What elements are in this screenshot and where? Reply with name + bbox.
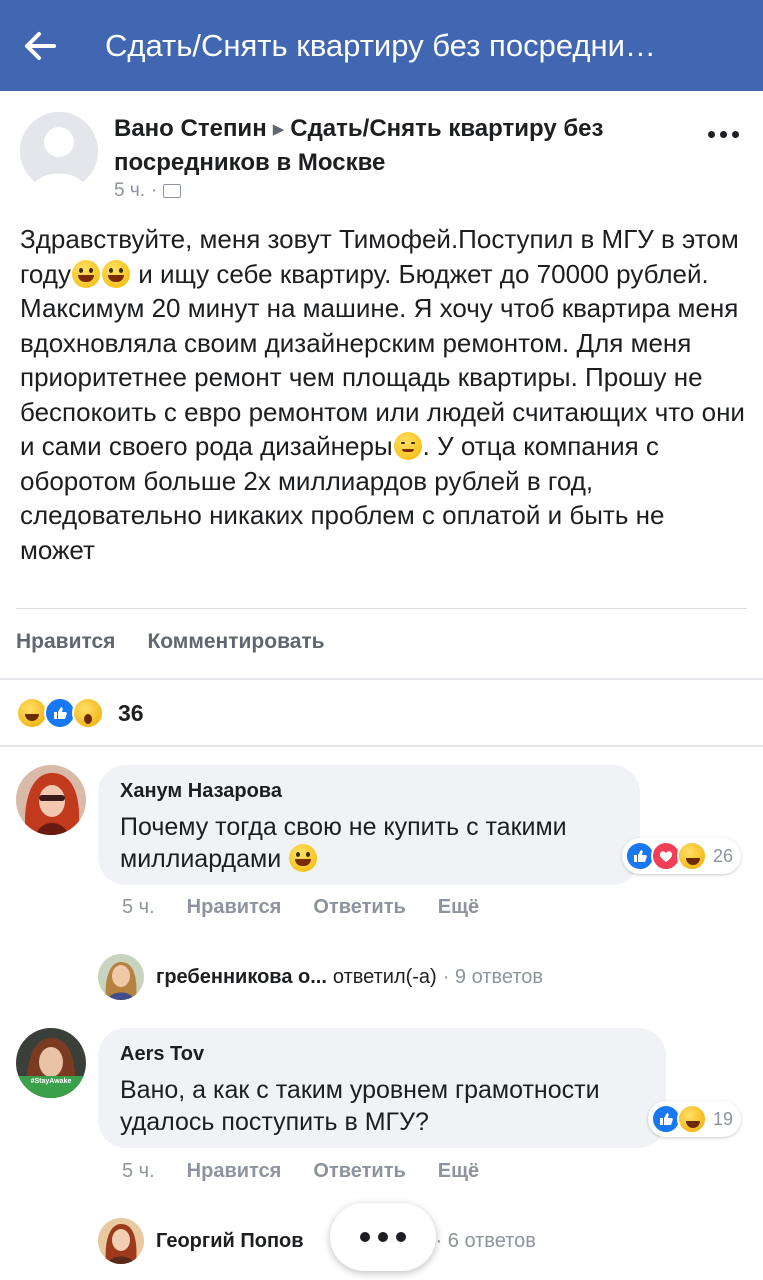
comment-text: Почему тогда свою не купить с такими мил…	[120, 811, 618, 875]
reply-author-avatar	[98, 1218, 144, 1264]
reactions-count: 36	[118, 699, 144, 726]
wink-emoji-icon	[393, 432, 422, 460]
post-options-button[interactable]	[703, 122, 743, 146]
comment-reply-button[interactable]: Ответить	[313, 896, 405, 919]
grinning-emoji-icon	[71, 259, 100, 288]
comment-actions: 5 ч. Нравится Ответить Ещё	[122, 896, 479, 919]
dot-icon	[731, 130, 739, 138]
triangle-right-icon: ▶	[272, 121, 285, 138]
comment-button[interactable]: Комментировать	[147, 630, 324, 654]
comment-author[interactable]: Ханум Назарова	[120, 777, 618, 805]
comment-actions: 5 ч. Нравится Ответить Ещё	[122, 1160, 479, 1183]
comment-reactions-count: 19	[713, 1108, 734, 1129]
divider	[16, 608, 747, 609]
comment-text: Вано, а как с таким уровнем грамотности …	[120, 1076, 600, 1136]
default-avatar-icon	[20, 112, 98, 190]
dot-icon	[719, 130, 727, 138]
avatar-photo-icon	[16, 1028, 86, 1098]
divider	[0, 745, 763, 747]
back-arrow-icon	[25, 31, 56, 60]
comment-author-avatar[interactable]	[16, 765, 86, 835]
post-meta: 5 ч. ·	[114, 180, 182, 202]
reply-author-avatar	[98, 954, 144, 1000]
comment-reactions-count: 26	[713, 845, 734, 866]
post-author-name[interactable]: Вано Степин	[114, 115, 267, 142]
dot-icon	[707, 130, 715, 138]
meta-separator: ·	[151, 180, 158, 201]
comment-bubble[interactable]: Ханум Назарова Почему тогда свою не купи…	[98, 765, 640, 885]
comment-author-avatar[interactable]: #StayAwake	[16, 1028, 86, 1098]
haha-icon	[677, 1104, 707, 1134]
avatar-photo-icon	[16, 765, 86, 835]
comment-time[interactable]: 5 ч.	[122, 896, 155, 919]
avatar-photo-icon	[98, 1218, 144, 1264]
group-privacy-icon	[163, 184, 182, 198]
dot-icon	[378, 1232, 388, 1242]
dot-icon	[396, 1232, 406, 1242]
post-body: Здравствуйте, меня зовут Тимофей.Поступи…	[20, 222, 745, 567]
haha-icon	[677, 841, 707, 871]
like-button[interactable]: Нравится	[16, 630, 115, 654]
tears-of-joy-emoji-icon	[289, 844, 318, 872]
page-title: Сдать/Снять квартиру без посредни…	[105, 27, 656, 63]
avatar-photo-icon	[98, 954, 144, 1000]
reactions-summary[interactable]: 36	[16, 697, 144, 729]
comment-reactions[interactable]: 26	[622, 838, 742, 874]
post-actions: Нравится Комментировать	[16, 630, 325, 654]
wow-icon	[72, 697, 104, 729]
comment-like-button[interactable]: Нравится	[187, 896, 282, 919]
avatar-badge: #StayAwake	[30, 1078, 72, 1085]
grinning-emoji-icon	[101, 259, 130, 288]
reply-count: · 9 ответов	[442, 965, 544, 988]
post-time[interactable]: 5 ч.	[114, 180, 145, 202]
comment-bubble[interactable]: Aers Tov Вано, а как с таким уровнем гра…	[98, 1028, 666, 1148]
dot-icon	[360, 1232, 370, 1242]
top-bar: Сдать/Снять квартиру без посредни…	[0, 0, 763, 91]
floating-more-button[interactable]	[330, 1203, 436, 1271]
reply-author-name: гребенникова о...	[156, 965, 327, 988]
divider	[0, 678, 763, 680]
comment-time[interactable]: 5 ч.	[122, 1160, 155, 1183]
reply-action-text: ответил(-а)	[332, 965, 437, 988]
comment-like-button[interactable]: Нравится	[187, 1160, 282, 1183]
reply-count: · 6 ответов	[435, 1229, 536, 1252]
comment-more-button[interactable]: Ещё	[438, 1160, 479, 1183]
comment-more-button[interactable]: Ещё	[438, 896, 479, 919]
post-author-line: Вано Степин ▶ Сдать/Снять квартиру без пос…	[114, 112, 674, 179]
comment-reactions[interactable]: 19	[648, 1101, 742, 1137]
comment-author[interactable]: Aers Tov	[120, 1040, 644, 1068]
back-button[interactable]	[0, 0, 80, 91]
replies-preview[interactable]: гребенникова о... ответил(-а) · 9 ответо…	[98, 954, 543, 1000]
post-author-avatar[interactable]	[20, 112, 98, 190]
comment-text-content: Почему тогда свою не купить с такими мил…	[120, 813, 567, 873]
replies-preview[interactable]: Георгий Попов · 6 ответов	[98, 1218, 536, 1264]
reply-author-name: Георгий Попов	[156, 1229, 304, 1252]
comment-reply-button[interactable]: Ответить	[313, 1160, 405, 1183]
post-header: Вано Степин ▶ Сдать/Снять квартиру без пос…	[0, 100, 763, 210]
